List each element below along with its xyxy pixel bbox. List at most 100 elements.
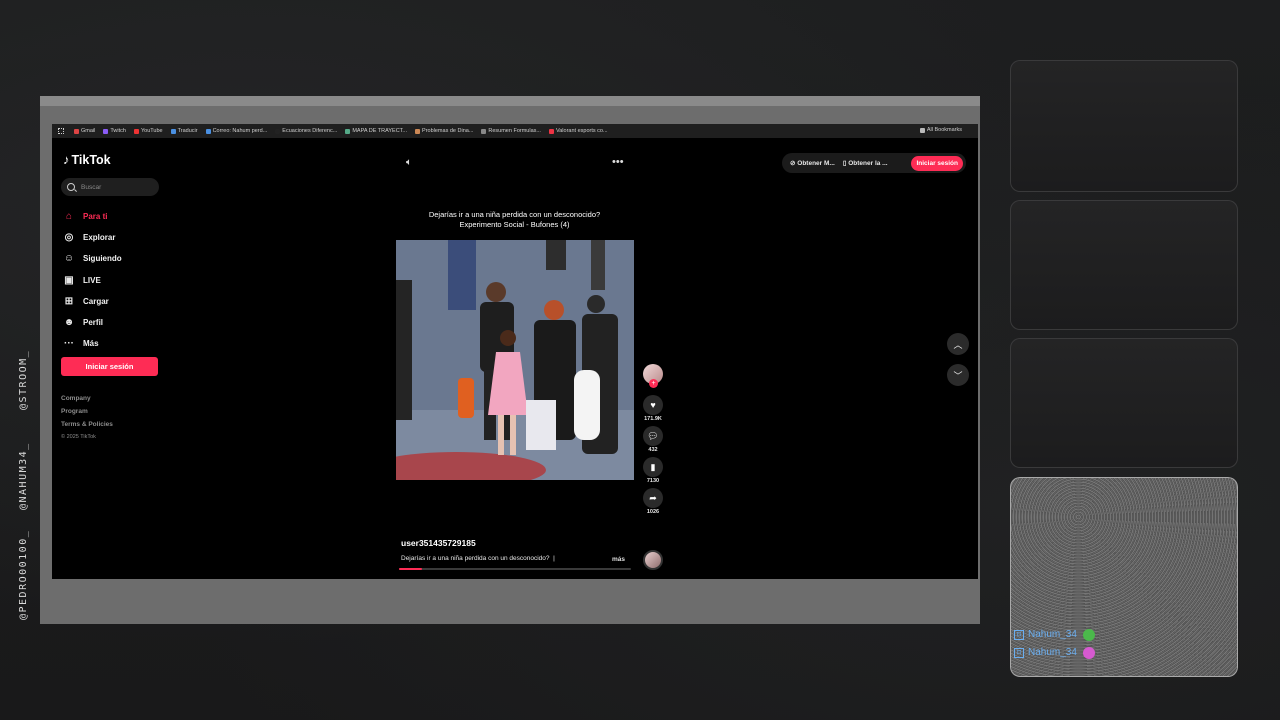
description-text: Dejarías ir a una niña perdida con un de…: [401, 555, 550, 562]
video-progress-bar[interactable]: [399, 568, 631, 570]
bookmark-label: Gmail: [81, 128, 96, 134]
video-description: Dejarías ir a una niña perdida con un de…: [401, 555, 555, 562]
bookmark-item[interactable]: Problemas de Dina...: [415, 128, 473, 134]
sidebar-item-mas[interactable]: ··· Más: [63, 333, 122, 354]
sidebar-item-cargar[interactable]: ⊞ Cargar: [63, 291, 122, 312]
video-player[interactable]: [396, 240, 634, 480]
footer-program-link[interactable]: Program: [61, 408, 113, 421]
volume-icon[interactable]: 🔈︎: [406, 157, 412, 168]
apps-grid-icon[interactable]: [58, 128, 64, 134]
top-right-actions: ⊘ Obtener M... ▯ Obtener la ... Iniciar …: [782, 153, 966, 173]
chat-badge-icon: ⊡: [1014, 648, 1024, 658]
bookmark-label: Twitch: [110, 128, 126, 134]
follow-plus-icon[interactable]: +: [649, 379, 658, 388]
twitch-icon: [103, 128, 109, 134]
live-icon: ▣: [64, 274, 74, 286]
bookmark-item[interactable]: Ecuaciones Diferenc...: [275, 128, 337, 134]
following-icon: ☺: [63, 253, 75, 265]
comment-button[interactable]: 💬︎ 432: [641, 426, 665, 455]
stream-chat: ⊡ Nahum_34 ⊡ Nahum_34: [1014, 626, 1095, 662]
sidebar-footer: Company Program Terms & Policies © 2025 …: [61, 395, 113, 444]
chat-username: Nahum_34: [1028, 647, 1077, 658]
profile-icon: ☻: [63, 317, 75, 329]
folder-icon: [919, 127, 925, 133]
get-pc-app-button[interactable]: ▯ Obtener la ...: [843, 159, 888, 167]
video-caption-overlay: Dejarías ir a una niña perdida con un de…: [392, 210, 637, 230]
bookmark-item[interactable]: Correo: Nahum perd...: [205, 128, 268, 134]
like-button[interactable]: ♥ 171.9K: [641, 395, 665, 424]
comment-count: 432: [648, 447, 658, 453]
music-disc-icon[interactable]: [643, 550, 663, 570]
sidebar-item-para-ti[interactable]: ⌂ Para ti: [63, 206, 122, 227]
get-pc-label: Obtener la ...: [848, 160, 888, 167]
page-icon: [345, 128, 351, 134]
bookmark-label: Ecuaciones Diferenc...: [282, 128, 338, 134]
save-button[interactable]: ▮ 7130: [641, 457, 665, 486]
bookmark-item[interactable]: Resumen Formulas...: [481, 128, 541, 134]
description-more-link[interactable]: más: [612, 556, 625, 563]
bookmark-label: Valorant esports co...: [555, 128, 608, 134]
sidebar-item-live[interactable]: ▣ LIVE: [63, 270, 122, 291]
bookmark-item[interactable]: MAPA DE TRAYECT...: [345, 128, 407, 134]
sidebar-item-label: Perfil: [83, 318, 104, 328]
tiktok-note-icon: ♪: [63, 152, 70, 167]
search-icon: [67, 183, 75, 191]
get-app-label: Obtener M...: [797, 160, 835, 167]
chat-message: ⊡ Nahum_34: [1014, 626, 1095, 644]
overlay-panel: [1010, 200, 1238, 330]
get-app-button[interactable]: ⊘ Obtener M...: [790, 159, 835, 167]
bookmark-icon: ▮: [643, 457, 663, 477]
search-input[interactable]: Buscar: [61, 178, 159, 196]
more-options-icon[interactable]: •••: [612, 156, 624, 168]
video-action-rail: + ♥ 171.9K 💬︎ 432 ▮ 7130 ➦ 1026: [641, 364, 665, 519]
bookmark-label: YouTube: [140, 128, 163, 134]
next-video-button[interactable]: ﹀: [947, 364, 969, 386]
gmail-icon: [74, 128, 79, 134]
share-count: 1026: [646, 509, 660, 515]
footer-terms-link[interactable]: Terms & Policies: [61, 421, 113, 434]
share-icon: ➦: [643, 488, 663, 508]
creator-username[interactable]: user351435729185: [401, 538, 476, 548]
all-bookmarks-label: All Bookmarks: [926, 127, 962, 133]
compass-icon: ◎: [64, 232, 74, 244]
top-login-button[interactable]: Iniciar sesión: [911, 155, 963, 171]
sidebar-item-label: Cargar: [83, 296, 109, 306]
bookmark-item[interactable]: Gmail: [74, 128, 95, 134]
search-placeholder: Buscar: [81, 183, 102, 191]
bookmark-item[interactable]: Twitch: [103, 128, 126, 134]
chat-badge-icon: ⊡: [1014, 630, 1024, 640]
overlay-panel: [1010, 60, 1238, 192]
window-titlebar: [40, 96, 980, 106]
credit-pedro: @PEDRO00100_: [18, 529, 29, 620]
sidebar-item-label: Explorar: [83, 233, 116, 243]
heart-icon: ♥: [643, 395, 663, 415]
sidebar-item-label: Para ti: [83, 212, 108, 222]
bookmark-label: Problemas de Dina...: [422, 128, 474, 134]
sidebar-item-siguiendo[interactable]: ☺ Siguiendo: [63, 248, 122, 269]
all-bookmarks-button[interactable]: All Bookmarks: [919, 127, 962, 133]
sidebar-nav: ⌂ Para ti ◎ Explorar ☺ Siguiendo ▣ LIVE ⊞ Car…: [63, 206, 122, 354]
bookmark-label: Resumen Formulas...: [488, 128, 541, 134]
creator-avatar-button[interactable]: +: [641, 364, 665, 393]
sidebar-login-button[interactable]: Iniciar sesión: [61, 357, 158, 376]
sidebar-item-label: LIVE: [83, 275, 101, 285]
bookmark-label: Traducir: [177, 128, 198, 134]
tiktok-logo[interactable]: ♪ TikTok: [63, 152, 111, 167]
page-icon: [415, 128, 421, 134]
previous-video-button[interactable]: ︿: [947, 333, 969, 355]
sidebar-item-explorar[interactable]: ◎ Explorar: [63, 227, 122, 248]
valorant-icon: [548, 128, 554, 134]
bookmark-item[interactable]: Traducir: [170, 128, 198, 134]
footer-company-link[interactable]: Company: [61, 395, 113, 408]
caption-line-1: Dejarías ir a una niña perdida con un de…: [428, 210, 601, 219]
share-button[interactable]: ➦ 1026: [641, 488, 665, 517]
bookmark-item[interactable]: Valorant esports co...: [548, 128, 608, 134]
outlook-icon: [205, 128, 211, 134]
sidebar-item-perfil[interactable]: ☻ Perfil: [63, 312, 122, 333]
translate-icon: [170, 128, 176, 134]
logo-text: TikTok: [71, 152, 111, 167]
side-credits: @PEDRO00100_ @NAHUM34_ @STROOM_: [18, 350, 34, 620]
bookmark-label: Correo: Nahum perd...: [212, 128, 268, 134]
bookmark-item[interactable]: YouTube: [133, 128, 163, 134]
footer-copyright: © 2025 TikTok: [61, 434, 96, 440]
